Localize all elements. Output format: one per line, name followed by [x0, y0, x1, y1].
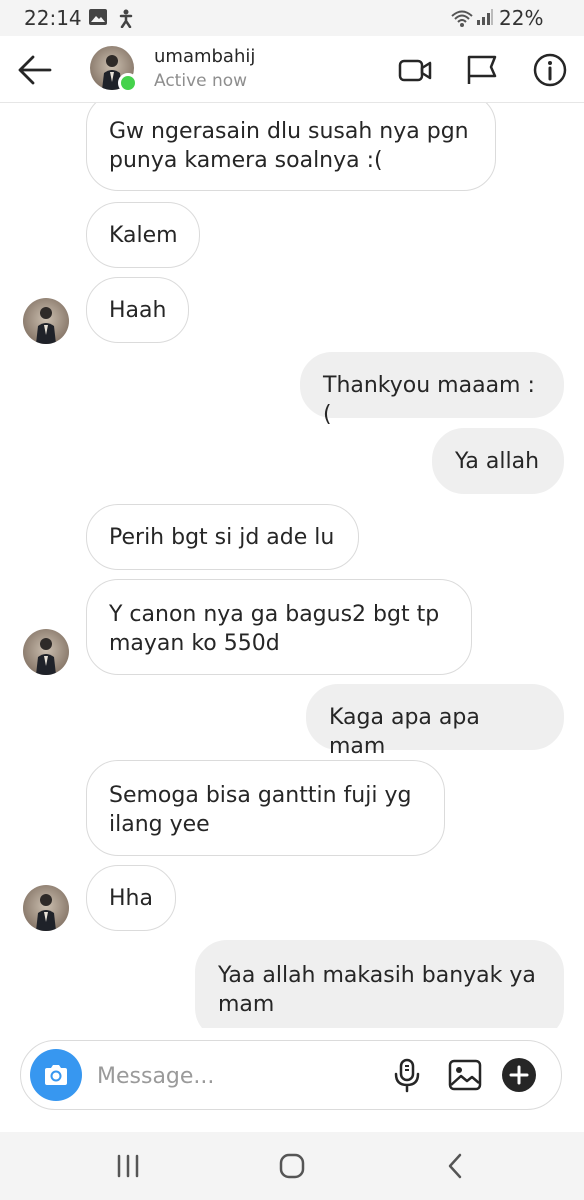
info-icon[interactable] [532, 52, 568, 88]
sender-avatar[interactable] [23, 885, 69, 931]
message-bubble-incoming[interactable]: Haah [86, 277, 189, 343]
message-bubble-outgoing[interactable]: Ya allah [432, 428, 564, 494]
message-bubble-outgoing[interactable]: Kaga apa apa mam [306, 684, 564, 759]
avatar-image [23, 629, 69, 675]
flag-icon[interactable] [464, 52, 500, 88]
active-status-dot [118, 73, 138, 93]
battery-percent: 22% [499, 6, 544, 30]
avatar-image [23, 885, 69, 931]
contact-status: Active now [154, 71, 248, 91]
video-call-icon[interactable] [397, 52, 433, 88]
message-bubble-incoming[interactable]: Perih bgt si jd ade lu [86, 504, 359, 570]
avatar[interactable] [90, 46, 138, 93]
camera-button[interactable] [30, 1049, 82, 1101]
home-icon[interactable] [276, 1150, 308, 1182]
status-bar: 22:14 22% [0, 0, 584, 36]
gallery-icon [89, 9, 107, 25]
wifi-icon [451, 10, 473, 27]
sender-avatar[interactable] [23, 629, 69, 675]
message-bubble-incoming[interactable]: Semoga bisa ganttin fuji yg ilang yee [86, 760, 445, 856]
message-input[interactable] [95, 1057, 379, 1095]
message-bubble-incoming[interactable]: Kalem [86, 202, 200, 268]
camera-icon [45, 1065, 67, 1085]
avatar-image [23, 298, 69, 344]
message-bubble-incoming[interactable]: Y canon nya ga bagus2 bgt tp mayan ko 55… [86, 579, 472, 675]
back-icon[interactable] [440, 1150, 472, 1182]
sender-avatar[interactable] [23, 298, 69, 344]
navigation-bar [0, 1132, 584, 1200]
back-arrow-icon[interactable] [14, 50, 54, 90]
message-thread[interactable]: Gw ngerasain dlu susah nya pgn punya kam… [0, 103, 584, 1028]
message-composer [20, 1040, 562, 1110]
signal-icon [477, 9, 493, 25]
message-bubble-incoming[interactable]: Gw ngerasain dlu susah nya pgn punya kam… [86, 103, 496, 191]
gallery-icon[interactable] [447, 1057, 483, 1093]
contact-username[interactable]: umambahij [154, 46, 255, 67]
microphone-icon[interactable] [389, 1057, 425, 1093]
accessibility-icon [119, 9, 133, 28]
message-bubble-outgoing[interactable]: Thankyou maaam :( [300, 352, 564, 427]
chat-header: umambahij Active now [0, 36, 584, 103]
message-bubble-incoming[interactable]: Hha [86, 865, 176, 931]
message-bubble-outgoing[interactable]: Yaa allah makasih banyak ya mam [195, 940, 564, 1028]
plus-icon[interactable] [501, 1057, 537, 1093]
recent-apps-icon[interactable] [112, 1150, 144, 1182]
status-time: 22:14 [24, 6, 82, 30]
